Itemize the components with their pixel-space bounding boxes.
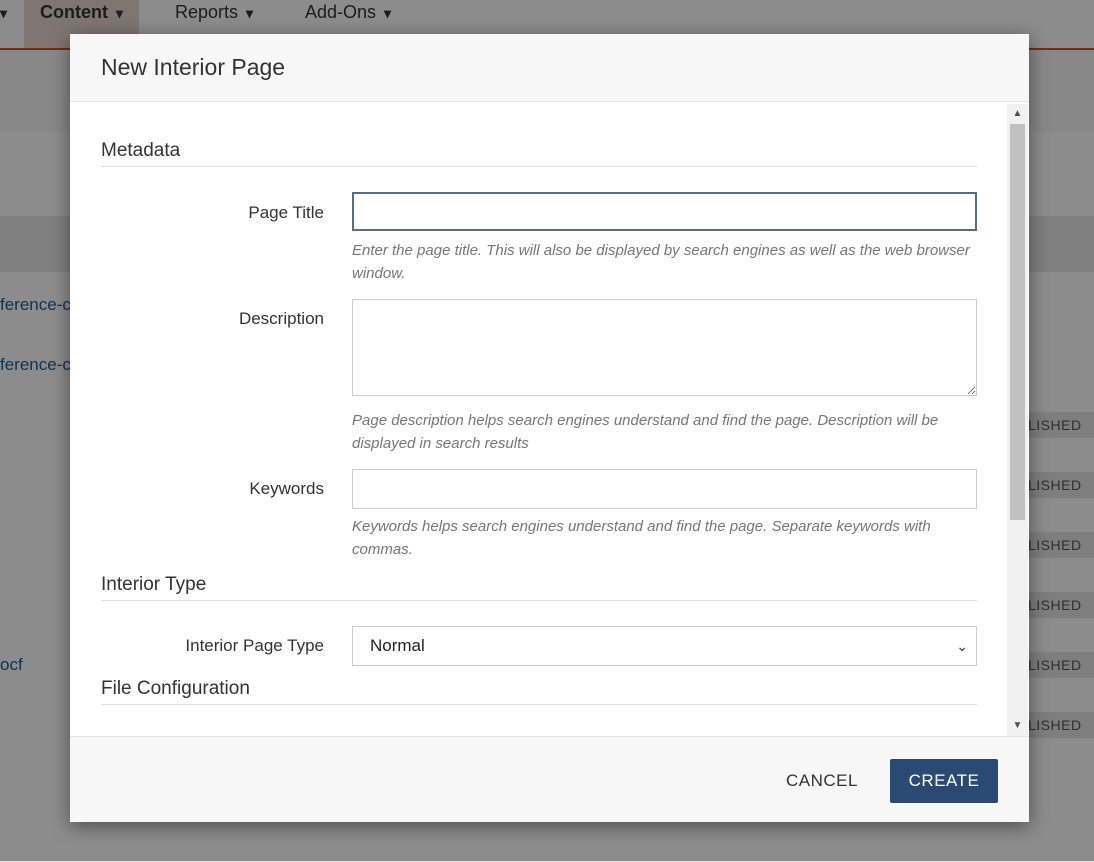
keywords-label: Keywords [249,479,324,498]
keywords-help: Keywords helps search engines understand… [352,518,931,558]
scroll-up-arrow-icon[interactable]: ▲ [1007,106,1028,122]
page-title-label: Page Title [248,203,324,222]
chevron-down-icon: ⌄ [956,638,968,654]
dialog-scrollbar[interactable]: ▲ ▼ [1007,104,1028,736]
page-title-input[interactable] [352,192,977,231]
description-help: Page description helps search engines un… [352,412,939,452]
section-metadata: Metadata [101,140,977,167]
dialog-footer: CANCEL CREATE [70,736,1029,822]
keywords-input[interactable] [352,469,977,509]
interior-page-type-select[interactable]: Normal ⌄ [352,626,977,666]
page-title-help: Enter the page title. This will also be … [352,242,970,282]
dialog-header: New Interior Page [70,34,1029,102]
dialog-body: Metadata Page Title Enter the page title… [70,102,1029,736]
create-button[interactable]: CREATE [890,759,998,803]
scrollbar-thumb[interactable] [1010,124,1025,520]
cancel-button[interactable]: CANCEL [770,759,874,803]
section-interior-type: Interior Type [101,574,977,601]
scroll-down-arrow-icon[interactable]: ▼ [1007,718,1028,734]
description-label: Description [238,309,324,328]
description-textarea[interactable] [352,299,977,396]
interior-page-type-label: Interior Page Type [185,636,324,655]
section-file-configuration: File Configuration [101,678,977,705]
new-interior-page-dialog: New Interior Page Metadata Page Title En… [70,34,1029,822]
select-value: Normal [370,636,425,655]
dialog-title: New Interior Page [101,54,286,80]
